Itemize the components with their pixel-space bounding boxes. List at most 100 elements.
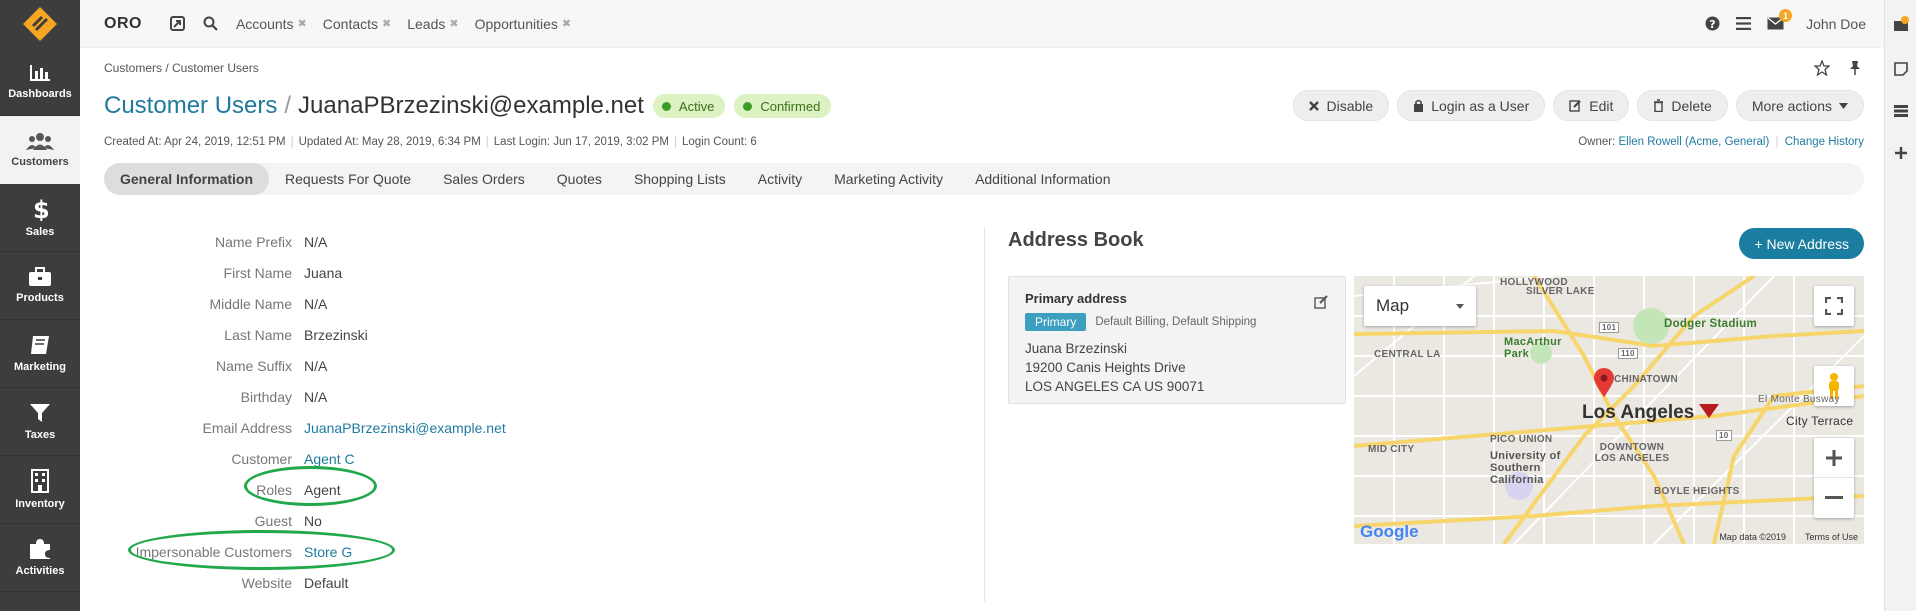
pinned-link-accounts[interactable]: Accounts ✖ <box>236 16 307 32</box>
tab-shopping-lists[interactable]: Shopping Lists <box>618 163 742 195</box>
close-icon[interactable]: ✖ <box>382 17 391 30</box>
map-label: Dodger Stadium <box>1664 318 1758 330</box>
map-marker-icon[interactable] <box>1594 368 1614 398</box>
sidebar-item-label: Marketing <box>14 361 66 373</box>
pinned-link-label: Contacts <box>322 15 379 32</box>
map-terms-link[interactable]: Terms of Use <box>1805 532 1858 542</box>
customer-link[interactable]: Agent C <box>304 451 355 467</box>
last-login: Last Login: Jun 17, 2019, 3:02 PM <box>493 136 669 148</box>
field-value: N/A <box>304 357 328 374</box>
plus-icon[interactable] <box>1885 132 1916 174</box>
tab-sales-orders[interactable]: Sales Orders <box>427 163 541 195</box>
main-sidebar: Dashboards Customers $ Sales Products Ma… <box>0 0 80 611</box>
address-card[interactable]: Primary address Primary Default Billing,… <box>1008 276 1346 404</box>
field-row: Email Address JuanaPBrzezinski@example.ne… <box>104 412 624 443</box>
edit-button[interactable]: Edit <box>1553 90 1630 121</box>
record-title: JuanaPBrzezinski@example.net <box>298 92 644 119</box>
map-label: University of Southern California <box>1490 450 1561 486</box>
page-title: Customer Users / JuanaPBrzezinski@exampl… <box>104 92 832 120</box>
sidebar-item-dashboards[interactable]: Dashboards <box>0 48 80 116</box>
tab-requests-for-quote[interactable]: Requests For Quote <box>269 163 427 195</box>
annotation-ellipse-impersonable <box>128 530 395 570</box>
sidebar-item-sales[interactable]: $ Sales <box>0 184 80 252</box>
pinned-link-leads[interactable]: Leads ✖ <box>407 16 458 32</box>
sidebar-item-label: Taxes <box>24 429 56 441</box>
disable-button[interactable]: Disable <box>1293 90 1390 121</box>
sidebar-item-marketing[interactable]: Marketing <box>0 320 80 388</box>
tab-activity[interactable]: Activity <box>742 163 818 195</box>
edit-address-icon[interactable] <box>1314 295 1329 312</box>
field-row: Guest No <box>104 505 624 536</box>
sidebar-item-products[interactable]: Products <box>0 252 80 320</box>
tab-general-information[interactable]: General Information <box>104 163 270 195</box>
brand-name: ORO <box>104 14 142 32</box>
map-type-select[interactable]: Map <box>1364 286 1476 326</box>
entity-title-link[interactable]: Customer Users <box>104 92 277 120</box>
field-label: Guest <box>254 512 292 529</box>
sidebar-item-customers[interactable]: Customers <box>0 116 80 184</box>
oro-logo[interactable] <box>0 0 80 48</box>
pinned-link-label: Leads <box>407 15 446 32</box>
zoom-out-button[interactable] <box>1814 478 1854 518</box>
highway-shield: 10 <box>1716 430 1732 441</box>
map-label: MID CITY <box>1368 444 1415 455</box>
address-map[interactable]: Map HOLLYWOOD SILVER LAKE Dodger Stadium… <box>1354 276 1864 544</box>
tab-marketing-activity[interactable]: Marketing Activity <box>818 163 959 195</box>
button-label: Disable <box>1326 97 1374 114</box>
login-as-user-button[interactable]: Login as a User <box>1397 90 1546 121</box>
annotation-ellipse-roles <box>244 466 377 506</box>
sidebar-item-label: Products <box>16 292 64 304</box>
email-tray-icon[interactable] <box>1885 0 1916 48</box>
status-dot <box>743 101 753 111</box>
pinned-link-contacts[interactable]: Contacts ✖ <box>323 16 391 32</box>
close-icon[interactable]: ✖ <box>449 17 458 30</box>
sidebar-item-inventory[interactable]: Inventory <box>0 456 80 524</box>
owner-link[interactable]: Ellen Rowell (Acme, General) <box>1618 136 1769 148</box>
user-menu[interactable]: John Doe <box>1806 16 1866 32</box>
field-value: N/A <box>304 388 328 405</box>
map-label: MacArthur Park <box>1504 336 1562 360</box>
field-row: Website Default <box>104 567 624 598</box>
field-label: Customer <box>231 450 292 467</box>
email-link[interactable]: JuanaPBrzezinski@example.net <box>304 420 506 436</box>
sticky-note-icon[interactable] <box>1885 48 1916 90</box>
tab-additional-information[interactable]: Additional Information <box>959 163 1126 195</box>
tab-quotes[interactable]: Quotes <box>541 163 618 195</box>
primary-tag: Primary <box>1025 313 1087 331</box>
close-icon[interactable]: ✖ <box>298 17 307 30</box>
briefcase-icon <box>29 267 51 286</box>
history-icon[interactable] <box>169 16 185 31</box>
map-label: DOWNTOWN LOS ANGELES <box>1594 442 1670 464</box>
fullscreen-icon[interactable] <box>1814 286 1854 326</box>
status-badge-active: Active <box>652 94 726 118</box>
field-value: N/A <box>304 295 328 312</box>
map-type-label: Map <box>1376 296 1410 315</box>
map-label: PICO UNION <box>1490 434 1553 445</box>
field-row: Middle Name N/A <box>104 288 624 319</box>
close-icon[interactable]: ✖ <box>562 17 571 30</box>
pinned-link-opportunities[interactable]: Opportunities ✖ <box>475 16 572 32</box>
search-icon[interactable] <box>203 16 218 31</box>
dollar-icon: $ <box>33 197 48 221</box>
customers-icon <box>26 133 54 150</box>
breadcrumb: Customers / Customer Users <box>104 61 259 75</box>
svg-text:$: $ <box>33 197 48 221</box>
sidebar-item-taxes[interactable]: Taxes <box>0 388 80 456</box>
help-icon[interactable]: ? <box>1705 16 1720 31</box>
change-history-link[interactable]: Change History <box>1785 136 1864 148</box>
close-icon <box>1309 100 1320 111</box>
list-panel-icon[interactable] <box>1885 90 1916 132</box>
sidebar-item-activities[interactable]: Activities <box>0 524 80 592</box>
lock-icon <box>1414 99 1424 112</box>
pin-icon[interactable] <box>1848 60 1862 76</box>
favorite-star-icon[interactable] <box>1814 60 1830 76</box>
new-address-button[interactable]: + New Address <box>1739 228 1864 259</box>
minus-icon <box>1825 496 1843 499</box>
pinned-link-label: Accounts <box>235 15 294 32</box>
delete-button[interactable]: Delete <box>1637 90 1728 121</box>
map-label: CHINATOWN <box>1614 374 1678 385</box>
notifications-icon[interactable]: 1 <box>1767 9 1793 30</box>
zoom-in-button[interactable] <box>1814 438 1854 478</box>
more-actions-dropdown[interactable]: More actions <box>1735 90 1864 121</box>
menu-icon[interactable] <box>1736 17 1752 30</box>
